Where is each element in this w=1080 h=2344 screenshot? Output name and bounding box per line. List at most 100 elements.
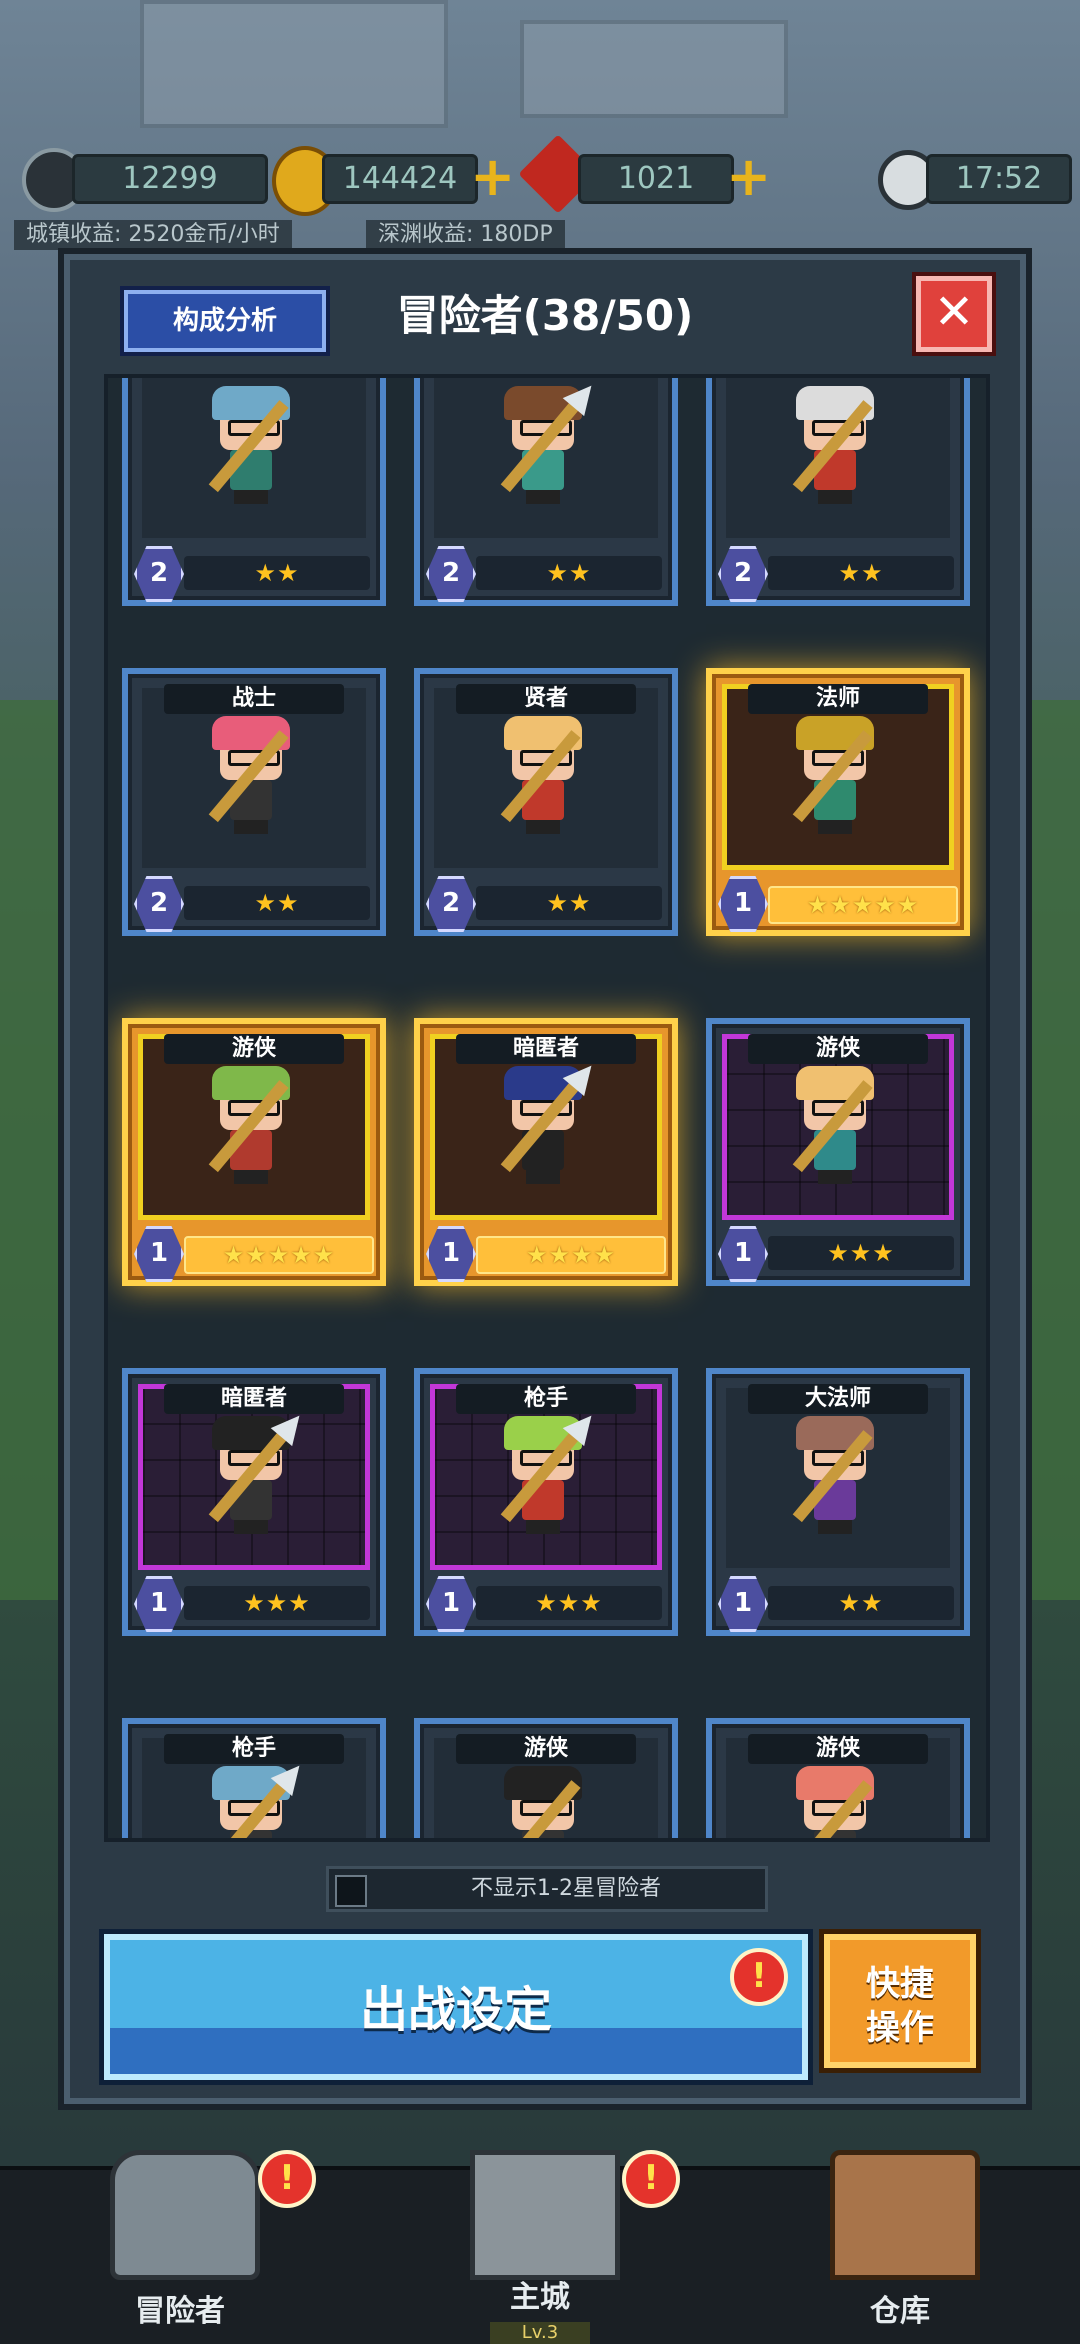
- adventurer-card[interactable]: 游侠/▲▙1★★★★★: [122, 1018, 386, 1286]
- adventurer-card[interactable]: /▲▙2★★: [122, 378, 386, 606]
- building-block: [520, 20, 788, 118]
- add-gold-plus-icon[interactable]: +: [470, 150, 515, 204]
- legs: [234, 1520, 268, 1534]
- legs: [526, 1520, 560, 1534]
- nav-castle[interactable]: ! 主城 Lv.3: [360, 2150, 720, 2344]
- legs: [818, 490, 852, 504]
- card-footer: 1 ★★★: [134, 1576, 374, 1632]
- legs: [818, 1170, 852, 1184]
- legs: [234, 820, 268, 834]
- level-badge: 2: [134, 876, 184, 932]
- adventurer-card[interactable]: 暗匿者/▲▙1★★★: [122, 1368, 386, 1636]
- class-label: 贤者: [456, 684, 636, 714]
- legs: [818, 820, 852, 834]
- level-badge: 1: [718, 876, 768, 932]
- castle-icon: [470, 2150, 620, 2280]
- warehouse-icon: [830, 2150, 980, 2280]
- abyss-income-text: 深渊收益: 180DP: [366, 220, 565, 250]
- class-label: 枪手: [164, 1734, 344, 1764]
- legs: [526, 1170, 560, 1184]
- star-rating: ★★★★★: [768, 886, 958, 924]
- level-badge: 2: [718, 546, 768, 602]
- top-hud: 12299 144424 + 1021 + 17:52: [0, 134, 1080, 216]
- adventurer-card[interactable]: 法师/▲▙1★★★★★: [706, 668, 970, 936]
- legs: [526, 490, 560, 504]
- card-footer: 1 ★★: [718, 1576, 958, 1632]
- legs: [818, 1520, 852, 1534]
- nav-castle-label: 主城: [510, 2280, 570, 2315]
- card-footer: 2 ★★: [134, 876, 374, 932]
- knight-helmet-icon: [110, 2150, 260, 2280]
- adventurer-card[interactable]: 暗匿者/▲▙1★★★★: [414, 1018, 678, 1286]
- deploy-alert-icon: !: [730, 1948, 788, 2006]
- adventurer-grid[interactable]: /▲▙2★★/▲▙2★★/▲▙2★★战士/▲▙2★★贤者/▲▙2★★法师/▲▙1…: [104, 374, 990, 1842]
- deploy-settings-button[interactable]: 出战设定 !: [104, 1934, 808, 2080]
- checkbox[interactable]: [335, 1875, 367, 1907]
- card-footer: 2 ★★: [718, 546, 958, 602]
- star-rating: ★★: [184, 886, 370, 920]
- card-footer: 1 ★★★★★: [718, 876, 958, 932]
- time-display: 17:52: [926, 154, 1072, 204]
- star-rating: ★★: [476, 556, 662, 590]
- nav-adventurers[interactable]: ! 冒险者: [0, 2150, 360, 2344]
- level-badge: 1: [718, 1226, 768, 1282]
- level-badge: 2: [426, 546, 476, 602]
- star-rating: ★★: [768, 1586, 954, 1620]
- adventurer-card[interactable]: 游侠/▲▙1★★★: [706, 1018, 970, 1286]
- adventurer-card[interactable]: 枪手/▲▙: [122, 1718, 386, 1838]
- star-rating: ★★: [184, 556, 370, 590]
- panel-title: 冒险者(38/50): [396, 291, 694, 340]
- nav-alert-icon: !: [622, 2150, 680, 2208]
- adventurer-panel: 构成分析 冒险者(38/50) ✕ /▲▙2★★/▲▙2★★/▲▙2★★战士/▲…: [58, 248, 1032, 2110]
- class-label: 枪手: [456, 1384, 636, 1414]
- deploy-label: 出战设定: [359, 1982, 552, 2038]
- close-button[interactable]: ✕: [916, 276, 992, 352]
- legs: [234, 1170, 268, 1184]
- class-label: 游侠: [748, 1034, 928, 1064]
- nav-warehouse-label: 仓库: [870, 2294, 930, 2329]
- panel-header: 构成分析 冒险者(38/50) ✕: [64, 254, 1026, 374]
- star-rating: ★★★: [184, 1586, 370, 1620]
- adventurer-card[interactable]: 枪手/▲▙1★★★: [414, 1368, 678, 1636]
- level-badge: 1: [134, 1576, 184, 1632]
- adventurer-card[interactable]: /▲▙2★★: [414, 378, 678, 606]
- card-footer: 2 ★★: [134, 546, 374, 602]
- class-label: 法师: [748, 684, 928, 714]
- adventurer-card[interactable]: 大法师/▲▙1★★: [706, 1368, 970, 1636]
- class-label: 暗匿者: [164, 1384, 344, 1414]
- hide-low-star-toggle[interactable]: 不显示1-2星冒险者: [326, 1866, 768, 1912]
- quick-action-button[interactable]: 快捷 操作: [824, 1934, 976, 2068]
- star-rating: ★★: [768, 556, 954, 590]
- star-rating: ★★★★: [476, 1236, 666, 1274]
- adventurer-card[interactable]: 战士/▲▙2★★: [122, 668, 386, 936]
- star-rating: ★★: [476, 886, 662, 920]
- card-footer: 2 ★★: [426, 546, 666, 602]
- adventurer-card[interactable]: 游侠/▲▙: [706, 1718, 970, 1838]
- nav-warehouse[interactable]: 仓库: [720, 2150, 1080, 2344]
- card-footer: 1 ★★★★★: [134, 1226, 374, 1282]
- level-badge: 1: [426, 1576, 476, 1632]
- level-badge: 1: [718, 1576, 768, 1632]
- toggle-label: 不显示1-2星冒险者: [471, 1876, 661, 1901]
- star-rating: ★★★: [476, 1586, 662, 1620]
- star-rating: ★★★: [768, 1236, 954, 1270]
- gem-counter: 1021: [578, 154, 734, 204]
- castle-level: Lv.3: [490, 2322, 590, 2344]
- adventurer-card[interactable]: 贤者/▲▙2★★: [414, 668, 678, 936]
- class-label: 暗匿者: [456, 1034, 636, 1064]
- town-income-text: 城镇收益: 2520金币/小时: [14, 220, 292, 250]
- building-block: [140, 0, 448, 128]
- card-footer: 1 ★★★★: [426, 1226, 666, 1282]
- add-gem-plus-icon[interactable]: +: [726, 150, 771, 204]
- gold-counter: 144424: [322, 154, 478, 204]
- level-badge: 1: [426, 1226, 476, 1282]
- adventurer-card[interactable]: /▲▙2★★: [706, 378, 970, 606]
- class-label: 战士: [164, 684, 344, 714]
- moon-counter: 12299: [72, 154, 268, 204]
- quick-label-line2: 操作: [866, 2008, 934, 2048]
- adventurer-card[interactable]: 游侠/▲▙: [414, 1718, 678, 1838]
- card-footer: 2 ★★: [426, 876, 666, 932]
- level-badge: 2: [134, 546, 184, 602]
- class-label: 游侠: [164, 1034, 344, 1064]
- card-footer: 1 ★★★: [718, 1226, 958, 1282]
